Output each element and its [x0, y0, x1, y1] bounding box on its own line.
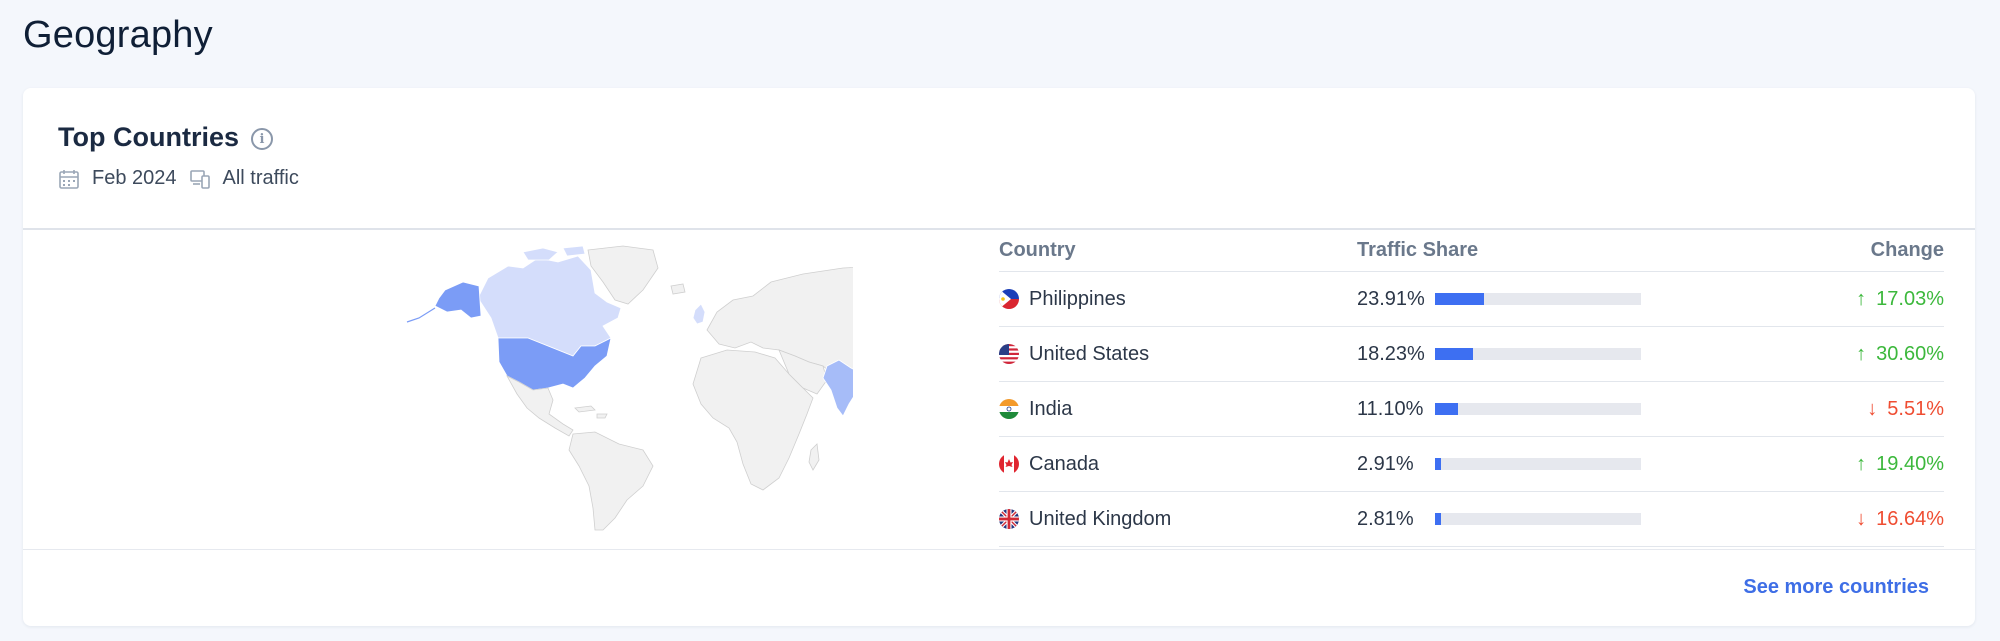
share-value: 11.10% — [1357, 397, 1424, 420]
share-bar-fill — [1435, 293, 1485, 305]
map-caribbean — [574, 405, 608, 419]
share-bar-fill — [1435, 458, 1441, 470]
card-title: Top Countries — [58, 122, 239, 152]
share-value: 18.23% — [1357, 342, 1425, 365]
change-value: ↓ 5.51% — [1867, 397, 1944, 420]
table-header: Country Traffic Share Change — [999, 230, 1944, 272]
page-title: Geography — [23, 14, 213, 56]
footer-divider — [23, 549, 1975, 550]
share-bar-fill — [1435, 513, 1441, 525]
traffic-type-label: All traffic — [222, 167, 299, 189]
united-kingdom-flag-icon — [999, 509, 1019, 529]
card-meta: Feb 2024 All traffic — [58, 167, 311, 190]
share-bar — [1435, 458, 1641, 470]
top-countries-card: Top Countries i Feb 2024 All traffic Cou… — [23, 88, 1975, 626]
share-bar — [1435, 513, 1641, 525]
country-name[interactable]: India — [1029, 398, 1072, 421]
card-header: Top Countries i Feb 2024 All traffic — [58, 122, 311, 190]
united-states-flag-icon — [999, 344, 1019, 364]
country-name[interactable]: Canada — [1029, 453, 1099, 476]
change-value: ↑ 30.60% — [1856, 342, 1944, 365]
header-traffic-share[interactable]: Traffic Share — [1357, 239, 1757, 262]
change-value: ↑ 17.03% — [1856, 287, 1944, 310]
countries-table: Country Traffic Share Change Philippines… — [999, 230, 1944, 547]
change-value: ↑ 19.40% — [1856, 452, 1944, 475]
share-bar — [1435, 348, 1641, 360]
country-name[interactable]: Philippines — [1029, 288, 1126, 311]
share-bar — [1435, 293, 1641, 305]
share-bar-fill — [1435, 348, 1473, 360]
table-row[interactable]: United Kingdom 2.81% ↓ 16.64% — [999, 492, 1944, 547]
table-row[interactable]: India 11.10% ↓ 5.51% — [999, 382, 1944, 437]
table-row[interactable]: Philippines 23.91% ↑ 17.03% — [999, 272, 1944, 327]
see-more-countries-link[interactable]: See more countries — [1743, 576, 1929, 599]
map-united-kingdom[interactable] — [692, 303, 706, 325]
share-bar-fill — [1435, 403, 1458, 415]
calendar-icon — [59, 169, 79, 189]
share-value: 2.91% — [1357, 452, 1414, 475]
header-change[interactable]: Change — [1757, 239, 1944, 262]
map-madagascar — [808, 443, 820, 471]
share-value: 2.81% — [1357, 507, 1414, 530]
canada-flag-icon — [999, 454, 1019, 474]
world-map[interactable] — [223, 238, 1012, 538]
country-name[interactable]: United States — [1029, 343, 1149, 366]
devices-icon — [189, 169, 210, 189]
india-flag-icon — [999, 399, 1019, 419]
header-country[interactable]: Country — [999, 239, 1357, 262]
table-row[interactable]: United States 18.23% ↑ 30.60% — [999, 327, 1944, 382]
philippines-flag-icon — [999, 289, 1019, 309]
table-row[interactable]: Canada 2.91% ↑ 19.40% — [999, 437, 1944, 492]
info-icon[interactable]: i — [250, 128, 273, 150]
world-map-svg — [406, 245, 1012, 531]
arrow-up-icon: ↑ — [1856, 452, 1867, 475]
arrow-down-icon: ↓ — [1867, 397, 1878, 420]
arrow-up-icon: ↑ — [1856, 342, 1867, 365]
change-value: ↓ 16.64% — [1856, 507, 1944, 530]
map-india[interactable] — [822, 359, 864, 417]
share-bar — [1435, 403, 1641, 415]
map-alaska-tail — [406, 307, 436, 323]
share-value: 23.91% — [1357, 287, 1425, 310]
arrow-up-icon: ↑ — [1856, 287, 1867, 310]
country-name[interactable]: United Kingdom — [1029, 508, 1171, 531]
arrow-down-icon: ↓ — [1856, 507, 1867, 530]
date-range-label: Feb 2024 — [92, 167, 177, 189]
map-iceland — [670, 283, 686, 295]
map-alaska[interactable] — [434, 281, 482, 319]
map-south-america — [568, 431, 654, 531]
